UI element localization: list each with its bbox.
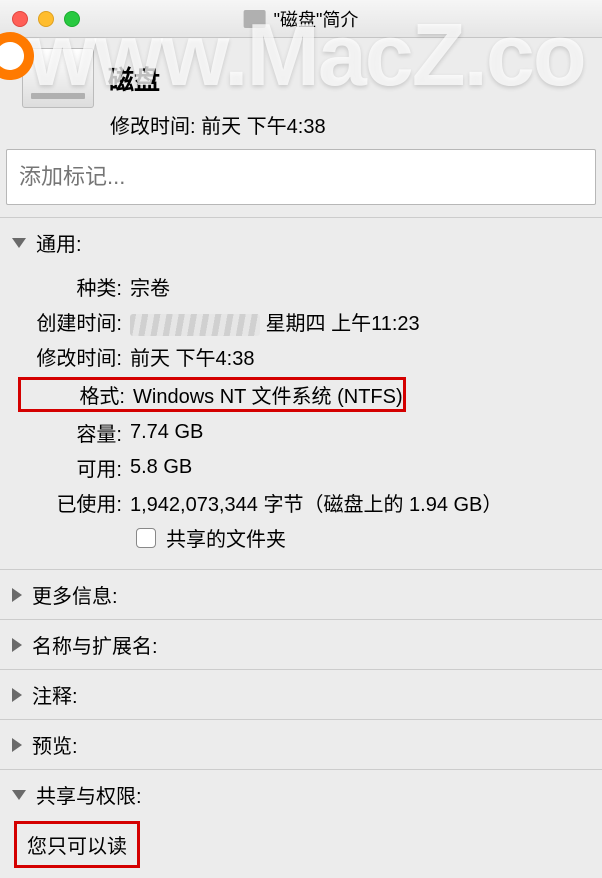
section-comments-header[interactable]: 注释: bbox=[0, 670, 602, 719]
section-comments: 注释: bbox=[0, 669, 602, 719]
section-general-header[interactable]: 通用: bbox=[0, 218, 602, 267]
row-modified: 修改时间: 前天 下午4:38 bbox=[18, 339, 584, 374]
window-title-wrap: "磁盘"简介 bbox=[244, 6, 359, 32]
section-preview: 预览: bbox=[0, 719, 602, 769]
shared-folder-label: 共享的文件夹 bbox=[166, 523, 286, 552]
tags-input[interactable] bbox=[19, 164, 595, 190]
value-capacity: 7.74 GB bbox=[130, 421, 203, 444]
highlight-format: 格式: Windows NT 文件系统 (NTFS) bbox=[18, 377, 406, 412]
row-capacity: 容量: 7.74 GB bbox=[18, 415, 584, 450]
disclosure-down-icon bbox=[12, 790, 26, 800]
value-used: 1,942,073,344 字节（磁盘上的 1.94 GB） bbox=[130, 488, 502, 517]
value-created: 星期四 上午11:23 bbox=[130, 307, 420, 336]
disclosure-right-icon bbox=[12, 738, 22, 752]
disclosure-right-icon bbox=[12, 638, 22, 652]
traffic-lights bbox=[0, 11, 80, 27]
redacted-icon bbox=[130, 314, 260, 336]
value-kind: 宗卷 bbox=[130, 272, 170, 301]
section-general: 通用: 种类: 宗卷 创建时间: 星期四 上午11:23 修改时间: 前天 下午… bbox=[0, 217, 602, 569]
minimize-button[interactable] bbox=[38, 11, 54, 27]
section-name-ext-header[interactable]: 名称与扩展名: bbox=[0, 620, 602, 669]
item-name: 磁盘 bbox=[108, 60, 160, 97]
row-used: 已使用: 1,942,073,344 字节（磁盘上的 1.94 GB） bbox=[18, 485, 584, 520]
window-title: "磁盘"简介 bbox=[274, 6, 359, 32]
header: 磁盘 bbox=[0, 38, 602, 114]
zoom-button[interactable] bbox=[64, 11, 80, 27]
disk-mini-icon bbox=[244, 10, 266, 28]
row-format: 格式: Windows NT 文件系统 (NTFS) bbox=[18, 374, 584, 415]
row-kind: 种类: 宗卷 bbox=[18, 269, 584, 304]
row-available: 可用: 5.8 GB bbox=[18, 450, 584, 485]
value-available: 5.8 GB bbox=[130, 456, 192, 479]
section-sharing-perms-header[interactable]: 共享与权限: bbox=[0, 770, 602, 819]
section-preview-header[interactable]: 预览: bbox=[0, 720, 602, 769]
value-format: Windows NT 文件系统 (NTFS) bbox=[133, 380, 403, 409]
shared-folder-checkbox[interactable] bbox=[136, 528, 156, 548]
disclosure-right-icon bbox=[12, 688, 22, 702]
general-details: 种类: 宗卷 创建时间: 星期四 上午11:23 修改时间: 前天 下午4:38… bbox=[0, 267, 602, 569]
modified-summary: 修改时间: 前天 下午4:38 bbox=[0, 110, 602, 139]
tags-field[interactable] bbox=[6, 149, 596, 205]
section-name-ext: 名称与扩展名: bbox=[0, 619, 602, 669]
close-button[interactable] bbox=[12, 11, 28, 27]
disk-icon bbox=[22, 48, 94, 108]
titlebar: "磁盘"简介 bbox=[0, 0, 602, 38]
row-created: 创建时间: 星期四 上午11:23 bbox=[18, 304, 584, 339]
disclosure-down-icon bbox=[12, 238, 26, 248]
permission-message: 您只可以读 bbox=[14, 821, 140, 868]
disclosure-right-icon bbox=[12, 588, 22, 602]
value-modified: 前天 下午4:38 bbox=[130, 342, 254, 371]
row-shared: 共享的文件夹 bbox=[18, 520, 584, 555]
section-sharing-perms: 共享与权限: 您只可以读 bbox=[0, 769, 602, 878]
section-more-info: 更多信息: bbox=[0, 569, 602, 619]
section-more-info-header[interactable]: 更多信息: bbox=[0, 570, 602, 619]
